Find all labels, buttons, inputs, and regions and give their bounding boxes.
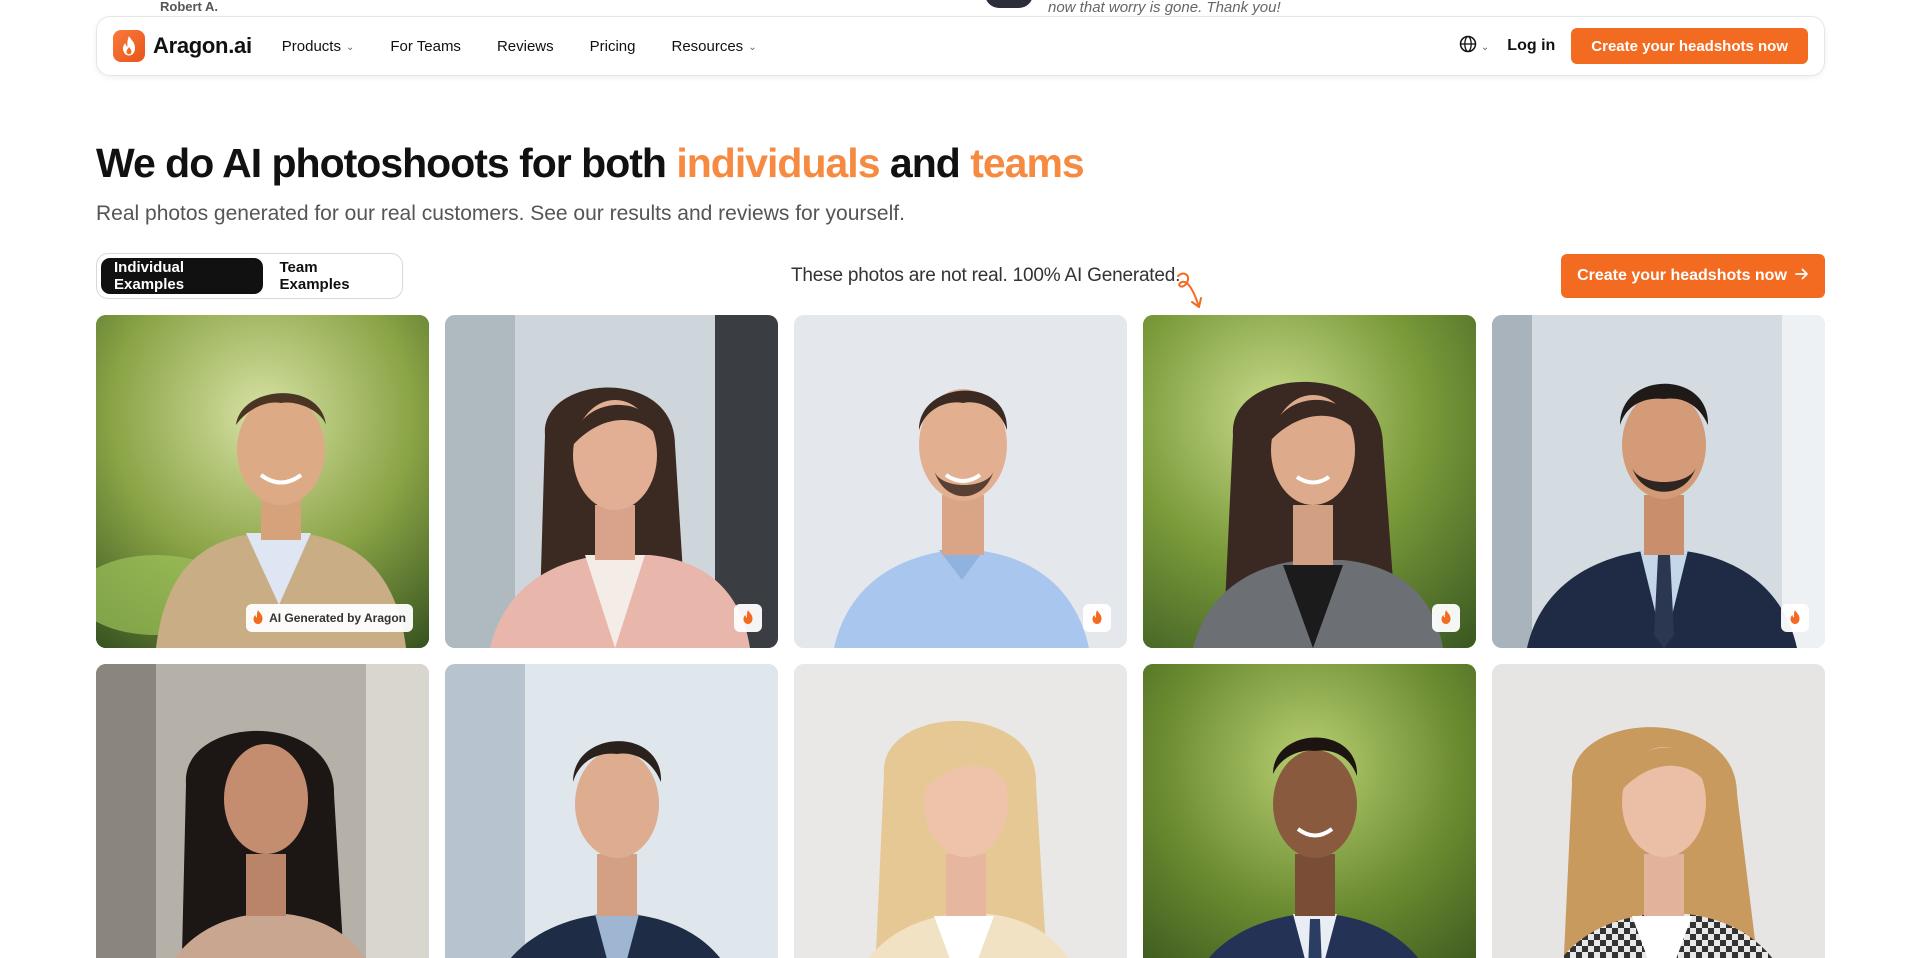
photo-man-navy-suit-building[interactable]	[1492, 315, 1825, 648]
nav-item-label: Resources	[671, 37, 744, 55]
testimonial-avatar	[985, 0, 1033, 8]
create-headshots-button-secondary[interactable]: Create your headshots now	[1561, 254, 1825, 298]
flame-logo-icon	[113, 30, 145, 62]
nav-item-label: Reviews	[496, 37, 554, 55]
arrow-right-icon	[1795, 267, 1809, 285]
portrait-illustration	[1143, 664, 1476, 958]
ai-disclaimer: These photos are not real. 100% AI Gener…	[791, 265, 1181, 286]
nav-item-products[interactable]: Products ⌄	[282, 38, 355, 55]
logo[interactable]: Aragon.ai	[113, 30, 252, 62]
title-text: We do AI photoshoots for both	[96, 140, 677, 186]
nav-item-label: For Teams	[390, 37, 461, 55]
flame-icon	[1439, 609, 1453, 628]
flame-icon	[251, 609, 265, 628]
tab-team-examples[interactable]: Team Examples	[267, 258, 399, 294]
globe-icon	[1459, 35, 1477, 58]
portrait-illustration	[794, 315, 1127, 648]
photo-man-navy-blazer-office[interactable]	[445, 664, 778, 958]
photo-man-blue-shirt-studio[interactable]	[794, 315, 1127, 648]
portrait-illustration	[96, 315, 429, 648]
chevron-down-icon: ⌄	[748, 41, 757, 53]
nav-actions: ⌄ Log in Create your headshots now	[1459, 28, 1808, 64]
badge-text: AI Generated by Aragon	[269, 611, 406, 625]
testimonial-quote: now that worry is gone. Thank you!	[1048, 0, 1281, 16]
examples-toggle: Individual Examples Team Examples	[96, 253, 403, 299]
chevron-down-icon: ⌄	[345, 41, 355, 53]
headshot-gallery: AI Generated by Aragon	[96, 315, 1825, 958]
nav-item-reviews[interactable]: Reviews	[497, 38, 554, 55]
photo-woman-pink-blazer-office[interactable]	[445, 315, 778, 648]
title-accent-teams: teams	[970, 140, 1085, 186]
chevron-down-icon: ⌄	[1480, 41, 1490, 53]
portrait-illustration	[794, 664, 1127, 958]
ai-generated-badge: AI Generated by Aragon	[246, 604, 413, 632]
portrait-illustration	[1143, 315, 1476, 648]
photo-woman-tan-sweater-hallway[interactable]	[96, 664, 429, 958]
portrait-illustration	[96, 664, 429, 958]
flame-icon	[1788, 609, 1802, 628]
ai-generated-badge	[1432, 604, 1460, 632]
tab-individual-examples[interactable]: Individual Examples	[101, 258, 263, 294]
top-navigation: Aragon.ai Products ⌄ For Teams Reviews P…	[96, 16, 1825, 76]
photo-man-beige-blazer-park[interactable]: AI Generated by Aragon	[96, 315, 429, 648]
nav-item-label: Products	[281, 37, 341, 55]
nav-item-label: Pricing	[589, 37, 636, 55]
login-link[interactable]: Log in	[1507, 37, 1555, 55]
photo-woman-cream-blazer-studio[interactable]	[794, 664, 1127, 958]
testimonial-author: Robert A.	[160, 0, 219, 14]
photo-man-navy-suit-park[interactable]	[1143, 664, 1476, 958]
nav-item-for-teams[interactable]: For Teams	[390, 38, 461, 55]
button-label: Create your headshots now	[1577, 267, 1787, 284]
photo-woman-plaid-blazer-park[interactable]	[1143, 315, 1476, 648]
portrait-illustration	[1492, 664, 1825, 958]
ai-generated-badge	[1083, 604, 1111, 632]
background-testimonial: Robert A. now that worry is gone. Thank …	[0, 0, 1920, 16]
create-headshots-button[interactable]: Create your headshots now	[1571, 28, 1808, 64]
logo-text: Aragon.ai	[153, 33, 252, 58]
photo-woman-houndstooth-studio[interactable]	[1492, 664, 1825, 958]
page-subtitle: Real photos generated for our real custo…	[96, 202, 905, 225]
ai-generated-badge	[1781, 604, 1809, 632]
flame-icon	[1090, 609, 1104, 628]
title-accent-individuals: individuals	[676, 140, 880, 186]
page-title: We do AI photoshoots for both individual…	[96, 140, 1085, 187]
portrait-illustration	[1492, 315, 1825, 648]
portrait-illustration	[445, 315, 778, 648]
portrait-illustration	[445, 664, 778, 958]
title-text: and	[879, 140, 971, 186]
curly-arrow-icon	[1172, 270, 1208, 319]
flame-icon	[741, 609, 755, 628]
ai-generated-badge	[734, 604, 762, 632]
nav-item-resources[interactable]: Resources ⌄	[671, 38, 756, 55]
nav-item-pricing[interactable]: Pricing	[590, 38, 636, 55]
language-selector[interactable]: ⌄	[1459, 35, 1489, 58]
